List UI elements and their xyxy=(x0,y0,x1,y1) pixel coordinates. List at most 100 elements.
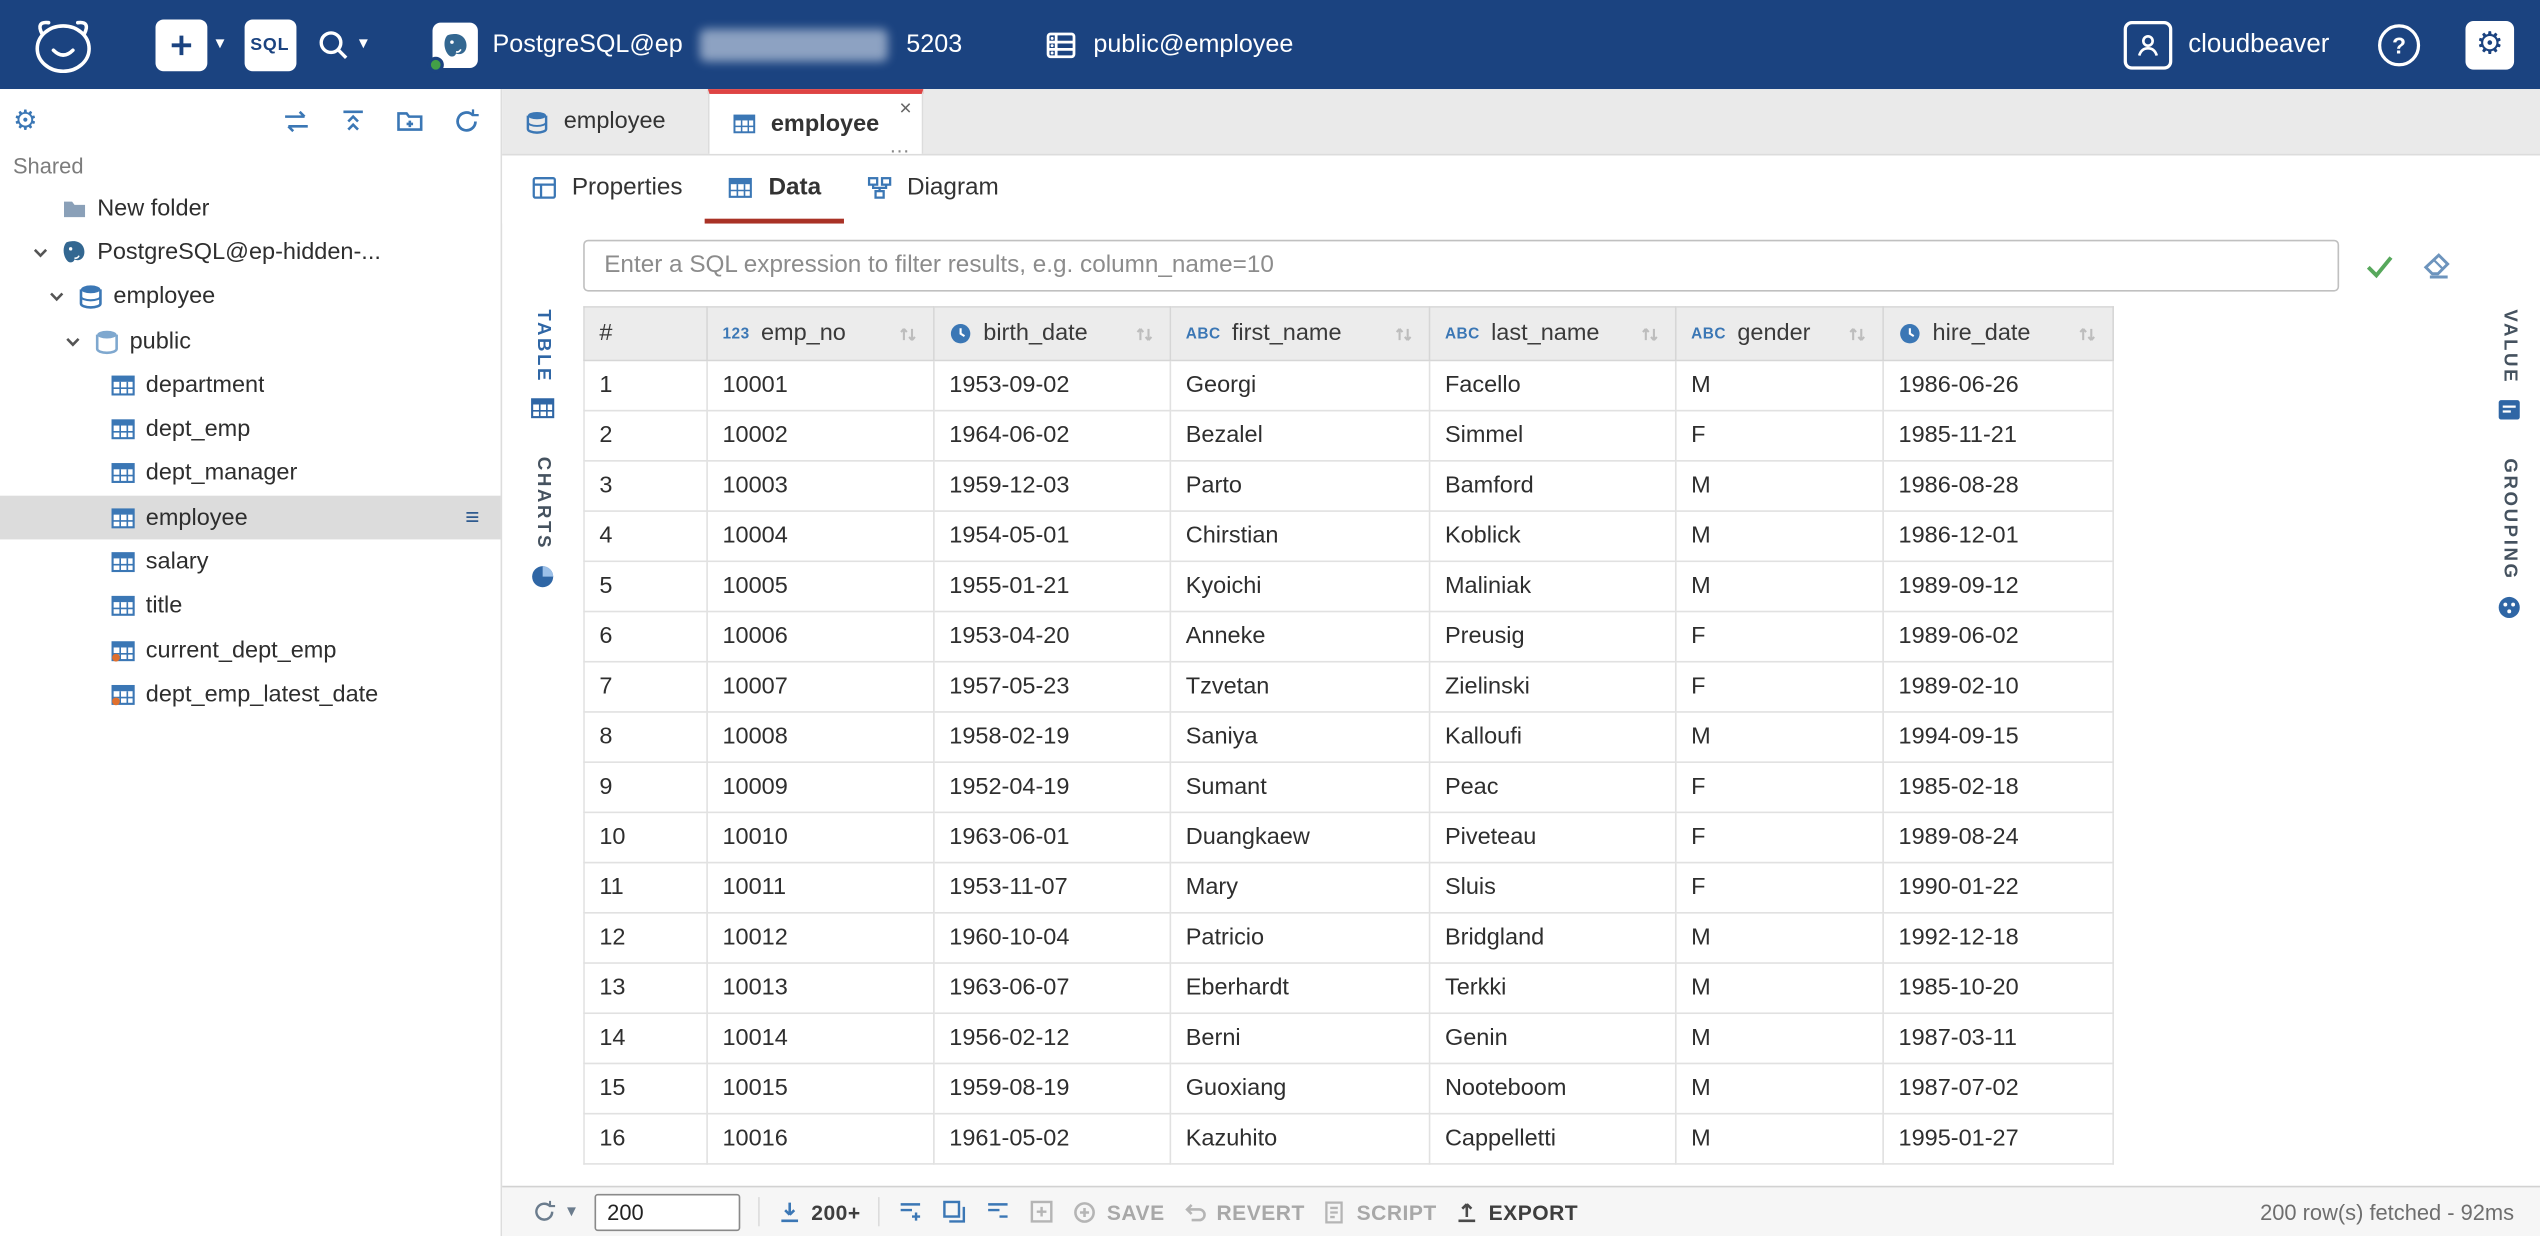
row-number[interactable]: 14 xyxy=(584,1013,707,1063)
clear-filter-eraser-icon[interactable] xyxy=(2420,249,2452,281)
tree-item-dept_emp[interactable]: dept_emp xyxy=(0,407,501,451)
cell-emp_no[interactable]: 10015 xyxy=(707,1063,934,1113)
cell-last_name[interactable]: Bridgland xyxy=(1430,913,1676,963)
row-number[interactable]: 10 xyxy=(584,812,707,862)
close-icon[interactable]: × xyxy=(899,96,911,120)
new-object-button[interactable]: ▾ xyxy=(156,19,225,71)
cell-hire_date[interactable]: 1985-10-20 xyxy=(1883,963,2113,1013)
tree-item-current_dept_emp[interactable]: current_dept_emp xyxy=(0,628,501,672)
cell-birth_date[interactable]: 1961-05-02 xyxy=(934,1114,1171,1164)
duplicate-row-button[interactable] xyxy=(942,1199,968,1225)
sort-arrows-icon[interactable] xyxy=(1639,323,1660,344)
row-limit-input[interactable] xyxy=(594,1193,740,1230)
row-number[interactable]: 6 xyxy=(584,612,707,662)
tree-item-department[interactable]: department xyxy=(0,363,501,407)
row-number[interactable]: 8 xyxy=(584,712,707,762)
panel-tab-grouping[interactable]: GROUPING xyxy=(2496,459,2522,620)
cell-hire_date[interactable]: 1986-08-28 xyxy=(1883,461,2113,511)
sort-arrows-icon[interactable] xyxy=(1847,323,1868,344)
row-number-header[interactable]: # xyxy=(584,307,707,360)
cell-hire_date[interactable]: 1986-06-26 xyxy=(1883,360,2113,410)
presentation-tab-charts[interactable]: CHARTS xyxy=(530,458,556,590)
cell-birth_date[interactable]: 1956-02-12 xyxy=(934,1013,1171,1063)
tree-item-employee[interactable]: employee≡ xyxy=(0,496,501,540)
cell-birth_date[interactable]: 1957-05-23 xyxy=(934,662,1171,712)
cell-first_name[interactable]: Patricio xyxy=(1170,913,1429,963)
cell-birth_date[interactable]: 1963-06-07 xyxy=(934,963,1171,1013)
cell-gender[interactable]: F xyxy=(1676,612,1883,662)
cell-hire_date[interactable]: 1995-01-27 xyxy=(1883,1114,2113,1164)
cell-birth_date[interactable]: 1953-09-02 xyxy=(934,360,1171,410)
cell-emp_no[interactable]: 10003 xyxy=(707,461,934,511)
tree-item-dept_emp_latest_date[interactable]: dept_emp_latest_date xyxy=(0,673,501,717)
tab-data[interactable]: Data xyxy=(705,156,844,224)
caret-expanded-icon[interactable] xyxy=(45,289,66,305)
cell-last_name[interactable]: Preusig xyxy=(1430,612,1676,662)
cell-emp_no[interactable]: 10007 xyxy=(707,662,934,712)
cell-gender[interactable]: F xyxy=(1676,863,1883,913)
cell-last_name[interactable]: Piveteau xyxy=(1430,812,1676,862)
row-number[interactable]: 9 xyxy=(584,762,707,812)
cell-gender[interactable]: M xyxy=(1676,712,1883,762)
cell-emp_no[interactable]: 10005 xyxy=(707,561,934,611)
cell-emp_no[interactable]: 10010 xyxy=(707,812,934,862)
cell-emp_no[interactable]: 10006 xyxy=(707,612,934,662)
link-with-editor-button[interactable] xyxy=(282,107,311,136)
row-number[interactable]: 13 xyxy=(584,963,707,1013)
cell-hire_date[interactable]: 1989-06-02 xyxy=(1883,612,2113,662)
cell-birth_date[interactable]: 1960-10-04 xyxy=(934,913,1171,963)
cell-hire_date[interactable]: 1987-07-02 xyxy=(1883,1063,2113,1113)
column-header-birth_date[interactable]: birth_date xyxy=(934,307,1171,360)
cell-gender[interactable]: M xyxy=(1676,963,1883,1013)
cell-emp_no[interactable]: 10002 xyxy=(707,411,934,461)
fetch-more-button[interactable]: 200+ xyxy=(777,1200,860,1224)
cell-hire_date[interactable]: 1994-09-15 xyxy=(1883,712,2113,762)
cell-emp_no[interactable]: 10004 xyxy=(707,511,934,561)
cell-gender[interactable]: F xyxy=(1676,812,1883,862)
cell-first_name[interactable]: Guoxiang xyxy=(1170,1063,1429,1113)
cell-first_name[interactable]: Duangkaew xyxy=(1170,812,1429,862)
cell-birth_date[interactable]: 1953-11-07 xyxy=(934,863,1171,913)
row-number[interactable]: 16 xyxy=(584,1114,707,1164)
column-header-hire_date[interactable]: hire_date xyxy=(1883,307,2113,360)
apply-filter-icon[interactable] xyxy=(2363,249,2395,281)
navigator-settings-button[interactable]: ⚙ xyxy=(13,105,38,137)
cell-gender[interactable]: M xyxy=(1676,913,1883,963)
connection-search-button[interactable]: ▾ xyxy=(315,27,368,63)
cell-gender[interactable]: M xyxy=(1676,360,1883,410)
cell-last_name[interactable]: Nooteboom xyxy=(1430,1063,1676,1113)
cell-birth_date[interactable]: 1958-02-19 xyxy=(934,712,1171,762)
cell-first_name[interactable]: Mary xyxy=(1170,863,1429,913)
cell-last_name[interactable]: Sluis xyxy=(1430,863,1676,913)
row-menu-icon[interactable]: ≡ xyxy=(465,504,500,532)
connection-selector[interactable]: PostgreSQL@ep 5203 xyxy=(416,14,978,76)
revert-cell-button[interactable] xyxy=(1029,1199,1055,1225)
cell-gender[interactable]: M xyxy=(1676,1013,1883,1063)
cell-gender[interactable]: M xyxy=(1676,511,1883,561)
cell-hire_date[interactable]: 1985-02-18 xyxy=(1883,762,2113,812)
cell-gender[interactable]: F xyxy=(1676,662,1883,712)
row-number[interactable]: 12 xyxy=(584,913,707,963)
auto-refresh-button[interactable]: ▾ xyxy=(531,1199,576,1225)
cell-last_name[interactable]: Simmel xyxy=(1430,411,1676,461)
sort-arrows-icon[interactable] xyxy=(1393,323,1414,344)
filter-input[interactable] xyxy=(583,239,2339,291)
cell-birth_date[interactable]: 1954-05-01 xyxy=(934,511,1171,561)
cell-hire_date[interactable]: 1985-11-21 xyxy=(1883,411,2113,461)
cell-last_name[interactable]: Cappelletti xyxy=(1430,1114,1676,1164)
add-row-button[interactable] xyxy=(898,1199,924,1225)
refresh-button[interactable] xyxy=(452,107,481,136)
cell-first_name[interactable]: Georgi xyxy=(1170,360,1429,410)
cell-emp_no[interactable]: 10009 xyxy=(707,762,934,812)
cell-last_name[interactable]: Terkki xyxy=(1430,963,1676,1013)
cell-hire_date[interactable]: 1987-03-11 xyxy=(1883,1013,2113,1063)
cell-birth_date[interactable]: 1959-08-19 xyxy=(934,1063,1171,1113)
cell-birth_date[interactable]: 1959-12-03 xyxy=(934,461,1171,511)
cell-first_name[interactable]: Berni xyxy=(1170,1013,1429,1063)
sql-editor-button[interactable]: SQL xyxy=(244,19,296,71)
cell-birth_date[interactable]: 1963-06-01 xyxy=(934,812,1171,862)
user-menu[interactable]: cloudbeaver xyxy=(2123,20,2329,69)
cell-birth_date[interactable]: 1955-01-21 xyxy=(934,561,1171,611)
cell-last_name[interactable]: Facello xyxy=(1430,360,1676,410)
cell-first_name[interactable]: Anneke xyxy=(1170,612,1429,662)
